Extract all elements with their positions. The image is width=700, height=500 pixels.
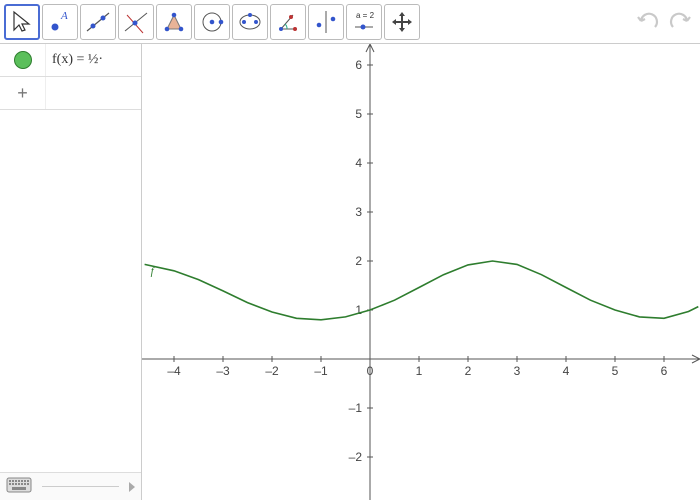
expression-text: f(x) = ½· bbox=[52, 52, 103, 68]
circle-point-tool[interactable] bbox=[194, 4, 230, 40]
svg-text:–2: –2 bbox=[265, 364, 279, 378]
svg-text:–4: –4 bbox=[167, 364, 181, 378]
redo-button[interactable] bbox=[664, 6, 696, 38]
svg-text:2: 2 bbox=[355, 254, 362, 268]
undo-redo-group bbox=[632, 6, 696, 38]
svg-text:–1: –1 bbox=[349, 401, 363, 415]
svg-text:4: 4 bbox=[355, 156, 362, 170]
svg-text:–3: –3 bbox=[216, 364, 230, 378]
polygon-tool[interactable] bbox=[156, 4, 192, 40]
svg-text:6: 6 bbox=[355, 58, 362, 72]
visibility-marble[interactable] bbox=[0, 44, 46, 76]
move-tool[interactable] bbox=[4, 4, 40, 40]
angle-tool[interactable] bbox=[270, 4, 306, 40]
line-tool[interactable] bbox=[80, 4, 116, 40]
algebra-item[interactable]: f(x) = ½· bbox=[0, 44, 141, 77]
svg-text:0: 0 bbox=[367, 364, 374, 378]
svg-text:4: 4 bbox=[563, 364, 570, 378]
move-graphic-tool[interactable] bbox=[384, 4, 420, 40]
empty-expression-cell[interactable] bbox=[46, 77, 141, 109]
svg-text:3: 3 bbox=[514, 364, 521, 378]
point-tool[interactable]: A bbox=[42, 4, 78, 40]
algebra-panel: f(x) = ½· + bbox=[0, 44, 142, 500]
svg-text:2: 2 bbox=[465, 364, 472, 378]
ellipse-tool[interactable] bbox=[232, 4, 268, 40]
svg-text:a = 2: a = 2 bbox=[356, 11, 375, 20]
add-plus-label: + bbox=[17, 83, 28, 104]
svg-text:3: 3 bbox=[355, 205, 362, 219]
svg-text:1: 1 bbox=[355, 303, 362, 317]
algebra-footer bbox=[0, 472, 141, 500]
svg-text:5: 5 bbox=[612, 364, 619, 378]
svg-text:5: 5 bbox=[355, 107, 362, 121]
graph-view[interactable]: –4–3–2–10123456–2–1123456f bbox=[142, 44, 700, 500]
keyboard-icon[interactable] bbox=[6, 477, 32, 496]
perpendicular-tool[interactable] bbox=[118, 4, 154, 40]
panel-resize-handle[interactable] bbox=[129, 482, 135, 492]
slider-tool[interactable]: a = 2 bbox=[346, 4, 382, 40]
svg-text:6: 6 bbox=[661, 364, 668, 378]
add-expression-button[interactable]: + bbox=[0, 77, 46, 109]
algebra-add-row: + bbox=[0, 77, 141, 110]
expression-cell[interactable]: f(x) = ½· bbox=[46, 44, 141, 76]
main: f(x) = ½· + –4–3–2–10123456–2–1123456f bbox=[0, 44, 700, 500]
svg-text:–2: –2 bbox=[349, 450, 363, 464]
svg-text:A: A bbox=[60, 10, 68, 22]
toolbar: A a = 2 bbox=[0, 0, 700, 44]
reflection-tool[interactable] bbox=[308, 4, 344, 40]
svg-text:–1: –1 bbox=[314, 364, 328, 378]
undo-button[interactable] bbox=[632, 6, 664, 38]
svg-text:1: 1 bbox=[416, 364, 423, 378]
